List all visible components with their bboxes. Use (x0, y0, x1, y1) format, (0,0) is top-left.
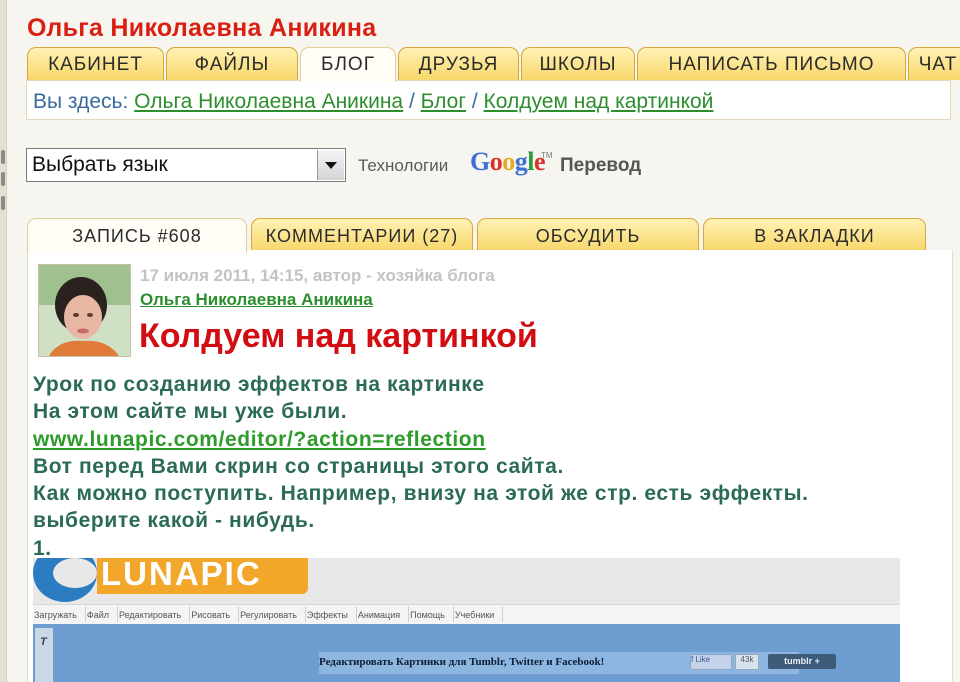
tab-schools[interactable]: ШКОЛЫ (521, 47, 635, 80)
tumblr-button: tumblr + (768, 654, 836, 669)
tab-write-letter[interactable]: НАПИСАТЬ ПИСЬМО (637, 47, 906, 80)
screenshot-menu-item: Анимация (357, 606, 410, 622)
avatar[interactable] (38, 264, 131, 357)
tab-comments[interactable]: КОММЕНТАРИИ (27) (251, 218, 473, 251)
breadcrumb-separator: / (471, 90, 478, 113)
post-line: Как можно поступить. Например, внизу на … (33, 482, 809, 506)
tab-files[interactable]: ФАЙЛЫ (166, 47, 298, 80)
post-line: выберите какой - нибудь. (33, 509, 315, 533)
scroll-notch (1, 150, 5, 164)
breadcrumb-link-blog[interactable]: Блог (421, 90, 466, 113)
tab-blog[interactable]: БЛОГ (300, 47, 396, 82)
language-select[interactable]: Выбрать язык (26, 148, 346, 182)
breadcrumb-prefix: Вы здесь: (33, 90, 129, 113)
page: Ольга Николаевна Аникина КАБИНЕТ ФАЙЛЫ Б… (0, 0, 960, 682)
translate-label: Перевод (560, 155, 642, 176)
tab-discuss[interactable]: ОБСУДИТЬ (477, 218, 699, 251)
language-select-value: Выбрать язык (32, 153, 168, 176)
trademark: TM (541, 151, 553, 160)
tab-friends[interactable]: ДРУЗЬЯ (398, 47, 519, 80)
text-tool-icon: T (40, 636, 47, 648)
share-count: 43k (735, 654, 759, 670)
post-link[interactable]: www.lunapic.com/editor/?action=reflectio… (33, 428, 486, 451)
screenshot-menu-item: Эффекты (306, 606, 357, 622)
post-line: Вот перед Вами скрин со страницы этого с… (33, 454, 564, 478)
window-edge (0, 0, 7, 682)
post-body: Урок по созданию эффектов на картинке На… (33, 371, 809, 562)
breadcrumb: Вы здесь: Ольга Николаевна Аникина / Бло… (33, 90, 713, 114)
post-line: Урок по созданию эффектов на картинке (33, 373, 485, 396)
scroll-notch (1, 172, 5, 186)
screenshot-menu-item: Учебники (454, 606, 504, 622)
translate-powered-by: Технологии (358, 156, 449, 175)
post-meta: 17 июля 2011, 14:15, автор - хозяйка бло… (140, 266, 495, 285)
screenshot-toolbar: T (35, 628, 53, 682)
breadcrumb-link-profile[interactable]: Ольга Николаевна Аникина (134, 90, 403, 113)
chevron-down-icon[interactable] (317, 150, 344, 180)
post-author-link[interactable]: Ольга Николаевна Аникина (140, 290, 373, 310)
screenshot-menu-item: Рисовать (190, 606, 240, 622)
scroll-notch (1, 196, 5, 210)
tab-cabinet[interactable]: КАБИНЕТ (27, 47, 164, 80)
screenshot-menu-item: Регулировать (239, 606, 306, 622)
google-letter: o (502, 147, 515, 176)
breadcrumb-separator: / (408, 90, 415, 113)
google-letter: g (514, 147, 528, 176)
profile-name: Ольга Николаевна Аникина (27, 14, 377, 42)
google-logo: Google (470, 147, 546, 177)
screenshot-menu-item: Файл (86, 606, 119, 622)
tab-bookmarks[interactable]: В ЗАКЛАДКИ (703, 218, 926, 251)
screenshot-headline: Редактировать Картинки для Tumblr, Twitt… (319, 656, 605, 668)
google-letter: o (489, 147, 503, 176)
google-letter: G (470, 147, 490, 176)
facebook-like-icon: f Like (690, 654, 732, 670)
screenshot-menu-item: Загружать (33, 606, 86, 622)
embedded-screenshot: LUNAPIC Загружать Файл Редактировать Рисова… (33, 558, 900, 682)
screenshot-menu: Загружать Файл Редактировать Рисовать Регули… (33, 604, 900, 626)
lunapic-logo: LUNAPIC (97, 558, 308, 594)
screenshot-menu-item: Помощь (409, 606, 454, 622)
tab-chat[interactable]: ЧАТ (908, 47, 960, 80)
screenshot-menu-item: Редактировать (118, 606, 191, 622)
breadcrumb-link-post[interactable]: Колдуем над картинкой (484, 90, 714, 113)
google-letter: l (527, 147, 534, 176)
avatar-image (39, 265, 130, 356)
post-line: На этом сайте мы уже были. (33, 400, 348, 424)
tab-post-entry[interactable]: ЗАПИСЬ #608 (27, 218, 247, 253)
post-title: Колдуем над картинкой (139, 317, 538, 355)
